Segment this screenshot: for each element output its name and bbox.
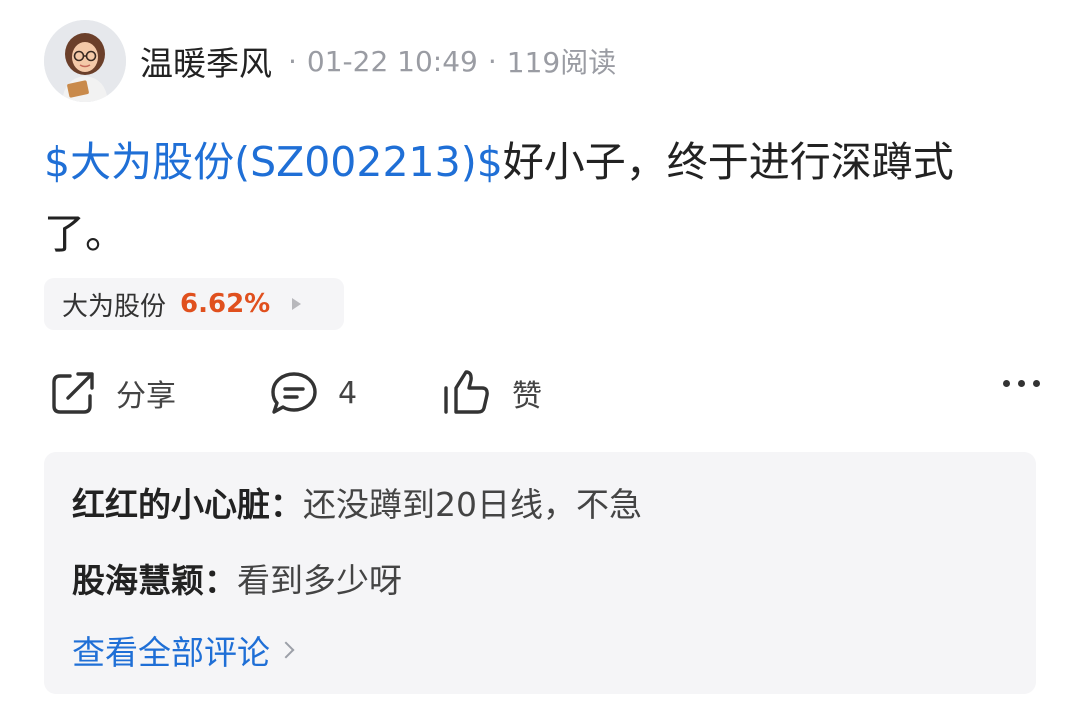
comment-icon — [271, 372, 317, 414]
action-bar: 分享 4 赞 — [44, 360, 1040, 426]
comment-item[interactable]: 股海慧颖：看到多少呀 — [72, 554, 402, 602]
comment-button[interactable]: 4 — [268, 360, 357, 426]
share-icon — [52, 372, 94, 414]
author-name[interactable]: 温暖季风 — [140, 37, 272, 85]
stock-chip-change: 6.62% — [180, 289, 271, 319]
thumbs-up-icon — [444, 370, 489, 414]
meta-separator: · — [288, 44, 297, 78]
more-dot — [1018, 380, 1025, 387]
chevron-right-icon — [292, 298, 302, 310]
more-dot — [1003, 380, 1010, 387]
chevron-right-icon — [277, 641, 295, 659]
comment-count: 4 — [338, 375, 358, 411]
author-avatar[interactable] — [44, 20, 126, 102]
view-all-comments-link[interactable]: 查看全部评论 — [72, 626, 295, 674]
comment-author: 红红的小心脏： — [72, 485, 303, 524]
stock-chip-name: 大为股份 — [62, 291, 167, 322]
like-label: 赞 — [512, 379, 542, 414]
more-dots-icon[interactable] — [1003, 380, 1040, 387]
view-all-label: 查看全部评论 — [72, 633, 270, 672]
post-body: $大为股份(SZ002213)$好小子，终于进行深蹲式了。 — [44, 126, 1034, 270]
comment-text: 还没蹲到20日线，不急 — [303, 485, 642, 524]
comment-author: 股海慧颖： — [72, 561, 237, 600]
more-dot — [1033, 380, 1040, 387]
avatar-image — [44, 20, 126, 102]
post-meta: · 01-22 10:49 · 119阅读 — [278, 41, 616, 81]
like-button[interactable]: 赞 — [440, 360, 542, 426]
comment-item[interactable]: 红红的小心脏：还没蹲到20日线，不急 — [72, 478, 642, 526]
share-label: 分享 — [116, 379, 176, 414]
read-count: 119阅读 — [506, 46, 617, 79]
comments-panel: 红红的小心脏：还没蹲到20日线，不急 股海慧颖：看到多少呀 查看全部评论 — [44, 452, 1036, 694]
stock-link[interactable]: $大为股份(SZ002213)$ — [44, 138, 503, 186]
comment-text: 看到多少呀 — [237, 561, 402, 600]
share-button[interactable]: 分享 — [48, 360, 176, 426]
post-timestamp: 01-22 10:49 — [306, 44, 478, 78]
post-header: 温暖季风 · 01-22 10:49 · 119阅读 — [44, 20, 1044, 102]
meta-separator: · — [487, 44, 497, 78]
stock-chip[interactable]: 大为股份 6.62% — [44, 278, 344, 330]
